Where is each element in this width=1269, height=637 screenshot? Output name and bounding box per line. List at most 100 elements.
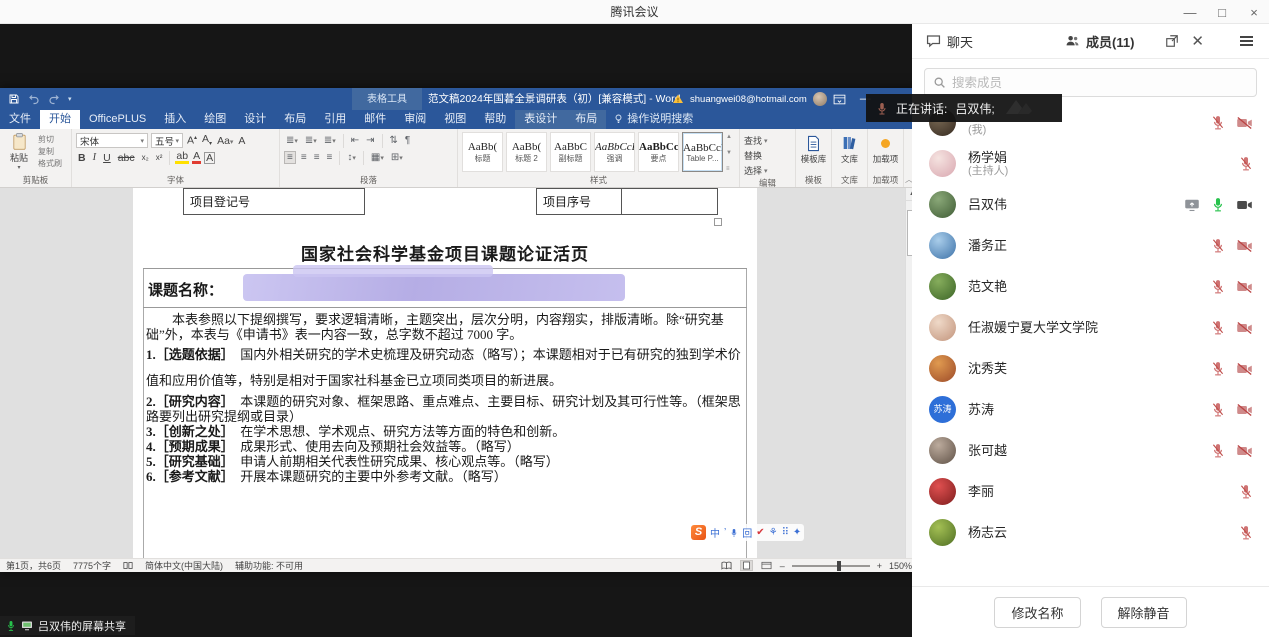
member-row[interactable]: 杨志云	[912, 512, 1269, 553]
mic-muted-icon[interactable]	[1211, 279, 1225, 294]
tab-视图[interactable]: 视图	[435, 110, 475, 129]
tab-OfficePLUS[interactable]: OfficePLUS	[80, 110, 155, 129]
member-row[interactable]: 张可越	[912, 430, 1269, 471]
unmute-button[interactable]: 解除静音	[1101, 597, 1187, 628]
sogou-settings-icon[interactable]: ✦	[793, 527, 801, 538]
zoom-in-icon[interactable]: +	[877, 561, 882, 571]
zoom-out-icon[interactable]: –	[780, 561, 785, 571]
sogou-grid-icon[interactable]: ⠿	[782, 527, 789, 538]
tab-布局[interactable]: 布局	[566, 110, 606, 129]
加载项-button[interactable]: 加载项	[869, 129, 903, 174]
font-btn-0[interactable]: B	[76, 152, 88, 164]
tab-审阅[interactable]: 审阅	[395, 110, 435, 129]
member-row[interactable]: 吕双伟	[912, 184, 1269, 225]
ribbon-display-options-icon[interactable]	[833, 94, 846, 105]
change-case-icon[interactable]: Aa▾	[216, 135, 234, 147]
sogou-dict-icon[interactable]: ⚘	[769, 527, 778, 538]
clear-formatting-icon[interactable]: A	[237, 135, 246, 147]
文库-button[interactable]: 文库	[837, 129, 862, 174]
save-icon[interactable]	[8, 93, 20, 105]
tab-帮助[interactable]: 帮助	[475, 110, 515, 129]
rename-button[interactable]: 修改名称	[994, 597, 1080, 628]
sogou-check-icon[interactable]: ✔	[756, 527, 764, 538]
member-row[interactable]: 苏涛苏涛	[912, 389, 1269, 430]
font-btn-1[interactable]: I	[91, 152, 99, 163]
style-强调[interactable]: AaBbCcDd强调	[594, 132, 635, 172]
justify-icon[interactable]: ≡	[325, 152, 335, 163]
font-size-select[interactable]: 五号▾	[151, 133, 183, 148]
redo-icon[interactable]	[48, 93, 60, 105]
mic-muted-icon[interactable]	[1211, 238, 1225, 253]
paste-button[interactable]: 粘贴 ▾	[4, 132, 34, 174]
minimize-icon[interactable]: —	[1181, 5, 1199, 20]
tab-绘图[interactable]: 绘图	[195, 110, 235, 129]
format-painter-button[interactable]: 格式刷	[38, 158, 62, 169]
align-right-icon[interactable]: ≡	[312, 152, 322, 163]
cam-off-icon[interactable]	[1236, 280, 1253, 294]
font-btn-4[interactable]: x₂	[140, 153, 151, 162]
member-row[interactable]: 沈秀芙	[912, 348, 1269, 389]
cam-off-icon[interactable]	[1236, 362, 1253, 376]
character-border-icon[interactable]: A	[204, 152, 215, 164]
member-row[interactable]: 任淑媛宁夏大学文学院	[912, 307, 1269, 348]
line-spacing-icon[interactable]: ↕▾	[345, 152, 358, 163]
mic-muted-icon[interactable]	[1211, 115, 1225, 130]
shading-icon[interactable]: ▦▾	[369, 152, 386, 163]
sogou-softkeyboard-icon[interactable]: 回	[742, 525, 752, 540]
popout-panel-icon[interactable]	[1165, 34, 1179, 48]
word-count[interactable]: 7775个字	[73, 559, 111, 572]
increase-indent-icon[interactable]: ⇥	[364, 135, 376, 146]
panel-menu-icon[interactable]	[1240, 36, 1253, 46]
style-要点[interactable]: AaBbCcDc要点	[638, 132, 679, 172]
editing-替换[interactable]: 替换	[744, 149, 791, 162]
grow-font-icon[interactable]: A▴	[186, 134, 198, 147]
font-btn-5[interactable]: x²	[154, 153, 165, 162]
undo-icon[interactable]	[28, 93, 40, 105]
style-标题[interactable]: AaBb(标题	[462, 132, 503, 172]
borders-icon[interactable]: ⊞▾	[389, 152, 405, 163]
web-layout-icon[interactable]	[760, 560, 773, 571]
mic-muted-icon[interactable]	[1211, 402, 1225, 417]
tab-开始[interactable]: 开始	[40, 110, 80, 129]
tab-表设计[interactable]: 表设计	[515, 110, 566, 129]
editing-查找[interactable]: 查找▾	[744, 134, 791, 147]
highlight-color-icon[interactable]: ab	[175, 151, 189, 164]
align-center-icon[interactable]: ≡	[299, 152, 309, 163]
mic-muted-icon[interactable]	[1239, 525, 1253, 540]
tab-布局[interactable]: 布局	[275, 110, 315, 129]
sogou-punct-icon[interactable]: ’	[724, 527, 726, 538]
zoom-level[interactable]: 150%	[889, 561, 912, 571]
page-indicator[interactable]: 第1页，共6页	[6, 559, 61, 572]
zoom-slider-thumb[interactable]	[837, 561, 841, 571]
editing-选择[interactable]: 选择▾	[744, 164, 791, 177]
tab-邮件[interactable]: 邮件	[355, 110, 395, 129]
copy-button[interactable]: 复制	[38, 146, 62, 157]
zoom-slider[interactable]	[792, 565, 870, 567]
shrink-font-icon[interactable]: A▾	[201, 133, 213, 147]
font-color-icon[interactable]: A	[192, 151, 201, 164]
sogou-logo-icon[interactable]: S	[691, 525, 706, 540]
numbered-list-icon[interactable]: ≣▾	[303, 135, 319, 146]
mic-on-icon[interactable]	[1211, 197, 1225, 212]
tab-设计[interactable]: 设计	[235, 110, 275, 129]
pilcrow-icon[interactable]: ¶	[403, 135, 412, 146]
sort-icon[interactable]: ⇅	[388, 135, 400, 146]
cam-off-icon[interactable]	[1236, 403, 1253, 417]
style-副标题[interactable]: AaBbC副标题	[550, 132, 591, 172]
search-input[interactable]	[952, 76, 1248, 90]
cam-off-icon[interactable]	[1236, 239, 1253, 253]
search-box[interactable]	[924, 68, 1257, 97]
align-left-icon[interactable]: ≡	[284, 151, 296, 164]
tab-插入[interactable]: 插入	[155, 110, 195, 129]
tab-chat[interactable]: 聊天	[926, 32, 973, 51]
tell-me-search[interactable]: 操作说明搜索	[606, 110, 701, 129]
close-icon[interactable]: ×	[1245, 5, 1263, 20]
tab-members[interactable]: 成员(11)	[1065, 32, 1134, 51]
qat-customize-icon[interactable]: ▾	[68, 95, 72, 103]
font-name-select[interactable]: 宋体▾	[76, 133, 148, 148]
share-icon[interactable]	[1184, 198, 1200, 212]
multilevel-list-icon[interactable]: ≣▾	[322, 135, 338, 146]
warning-icon[interactable]	[672, 93, 684, 105]
模板库-button[interactable]: 模板库	[797, 129, 831, 174]
mic-muted-icon[interactable]	[1211, 320, 1225, 335]
